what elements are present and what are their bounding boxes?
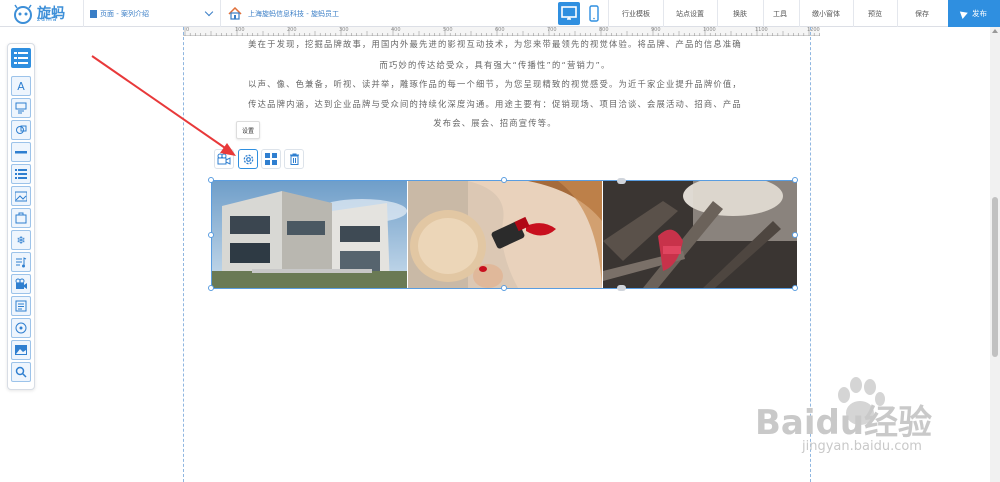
watermark-brand: Baidu经验 [755, 403, 933, 443]
baidu-watermark: Baidu经验 jingyan.baidu.com [755, 375, 955, 465]
watermark-url: jingyan.baidu.com [802, 439, 922, 454]
